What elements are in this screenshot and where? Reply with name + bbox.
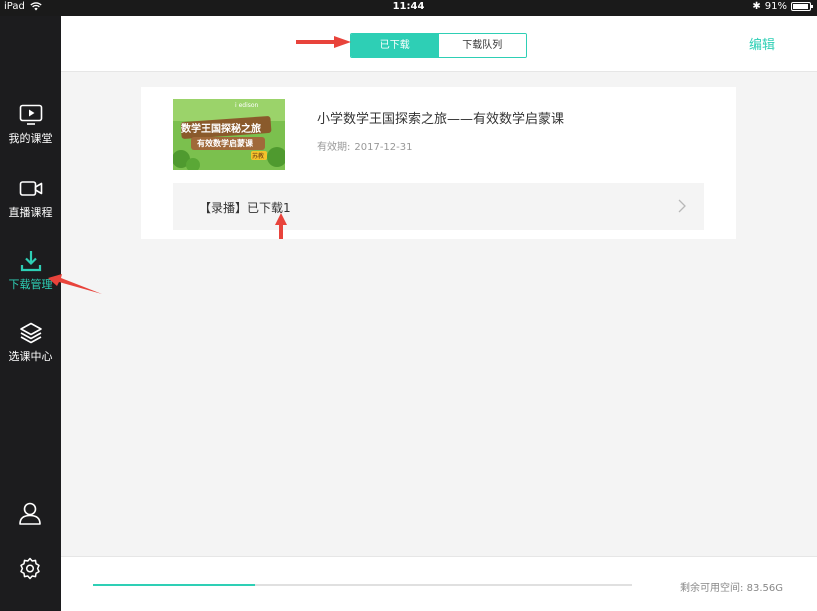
edit-button[interactable]: 编辑 xyxy=(749,34,775,53)
chevron-right-icon xyxy=(678,199,686,213)
sidebar-item-live-courses[interactable]: 直播课程 xyxy=(0,178,61,238)
storage-text: 剩余可用空间: 83.56G xyxy=(680,579,783,594)
thumbnail-subtitle: 有效数学启蒙课 xyxy=(197,139,253,148)
validity: 有效期: 2017-12-31 xyxy=(317,138,413,153)
downloaded-entry-label: 【录播】已下载1 xyxy=(199,201,291,215)
course-thumbnail[interactable]: i edison 数学王国探秘之旅 有效数学启蒙课 苏教 xyxy=(173,99,285,170)
bluetooth-icon: ✱ xyxy=(752,1,761,12)
thumbnail-brand: i edison xyxy=(235,102,259,109)
storage-label: 剩余可用空间: xyxy=(680,583,744,594)
sidebar-item-label: 我的课堂 xyxy=(8,132,53,145)
validity-label: 有效期: xyxy=(317,142,351,153)
thumbnail-title: 数学王国探秘之旅 xyxy=(181,124,261,135)
storage-progress-bar xyxy=(93,584,632,586)
sidebar-item-download-management[interactable]: 下载管理 xyxy=(0,250,61,310)
download-icon xyxy=(20,251,41,272)
tab-download-queue[interactable]: 下载队列 xyxy=(438,34,526,57)
header: 已下载 下载队列 编辑 xyxy=(61,16,817,72)
course-card: i edison 数学王国探秘之旅 有效数学启蒙课 苏教 小学数学王国探索之旅—… xyxy=(141,87,736,239)
sidebar-item-label: 直播课程 xyxy=(8,206,53,219)
battery-percent: 91% xyxy=(764,1,787,12)
sidebar-item-label: 选课中心 xyxy=(8,350,53,363)
battery-icon xyxy=(791,2,813,11)
course-title[interactable]: 小学数学王国探索之旅——有效数学启蒙课 xyxy=(317,108,564,127)
tab-downloaded[interactable]: 已下载 xyxy=(351,34,439,57)
sidebar-item-course-selection[interactable]: 选课中心 xyxy=(0,322,61,382)
sidebar-item-my-classroom[interactable]: 我的课堂 xyxy=(0,104,61,164)
clock: 11:44 xyxy=(392,1,425,12)
video-camera-icon xyxy=(19,181,42,196)
user-icon[interactable] xyxy=(17,500,43,526)
storage-footer: 剩余可用空间: 83.56G xyxy=(61,556,817,611)
download-tabs: 已下载 下载队列 xyxy=(350,33,527,58)
thumbnail-badge: 苏教 xyxy=(252,153,265,160)
settings-icon[interactable] xyxy=(17,556,43,582)
storage-value: 83.56G xyxy=(746,583,783,594)
validity-date: 2017-12-31 xyxy=(354,142,413,153)
main-content: i edison 数学王国探秘之旅 有效数学启蒙课 苏教 小学数学王国探索之旅—… xyxy=(61,72,817,556)
video-play-icon xyxy=(19,104,42,125)
sidebar: 我的课堂 直播课程 下载管理 选课中心 xyxy=(0,16,61,611)
sidebar-item-label: 下载管理 xyxy=(8,278,53,291)
status-bar: iPad 11:44 ✱ 91% xyxy=(0,0,817,16)
storage-progress-fill xyxy=(93,584,255,586)
layers-icon xyxy=(19,322,42,344)
downloaded-entry-row[interactable]: 【录播】已下载1 xyxy=(173,183,704,230)
